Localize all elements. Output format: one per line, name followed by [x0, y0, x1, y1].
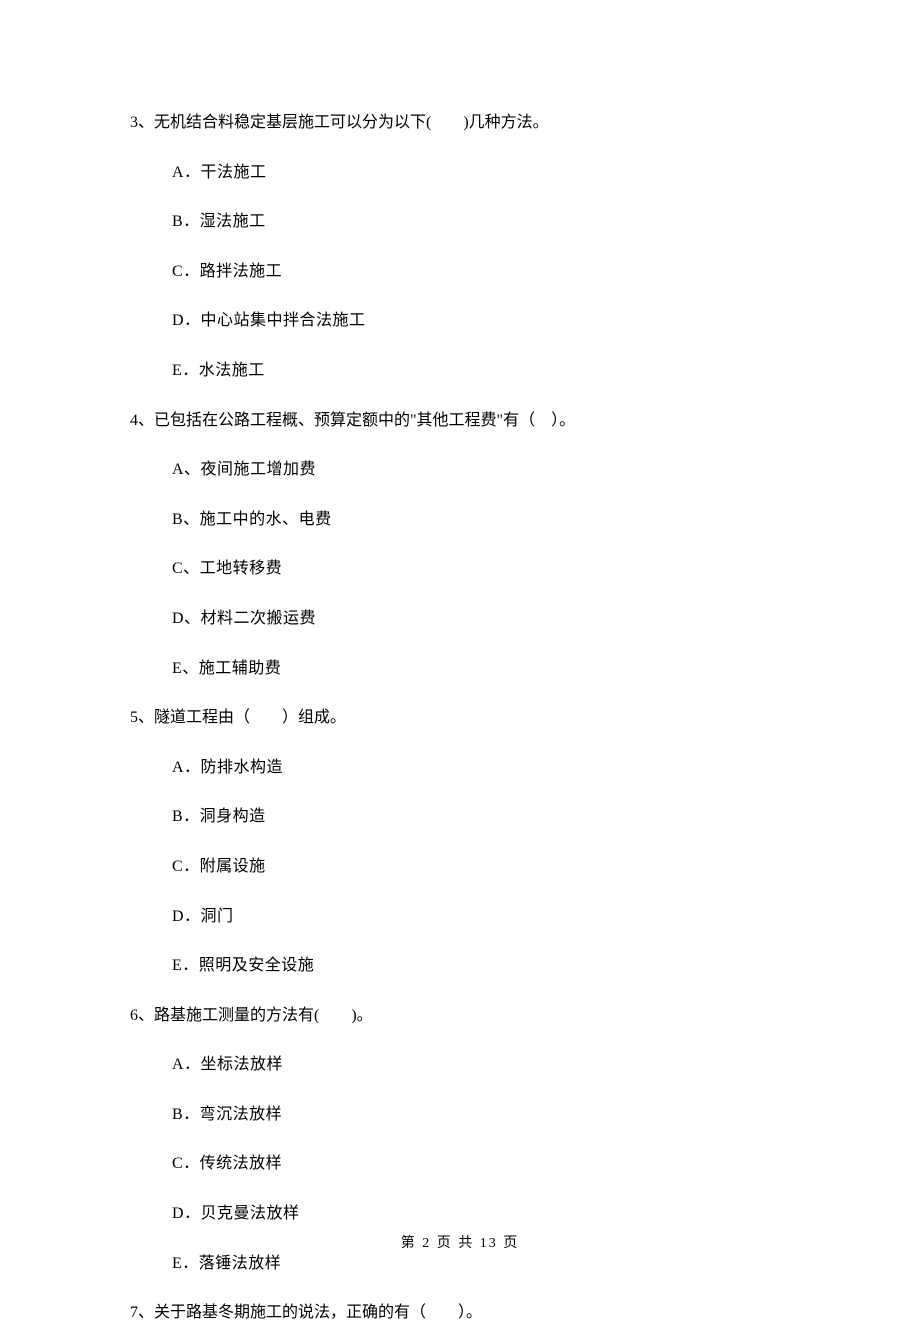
- question-4-option-e: E、施工辅助费: [172, 656, 790, 682]
- question-3-option-d: D．中心站集中拌合法施工: [172, 308, 790, 334]
- document-page: 3、无机结合料稳定基层施工可以分为以下( )几种方法。 A．干法施工 B．湿法施…: [0, 0, 920, 1302]
- question-4-option-a: A、夜间施工增加费: [172, 457, 790, 483]
- question-5: 5、隧道工程由（ ）组成。: [130, 705, 790, 731]
- question-6-option-e: E．落锤法放样: [172, 1251, 790, 1277]
- question-3-option-e: E．水法施工: [172, 358, 790, 384]
- question-5-option-a: A．防排水构造: [172, 755, 790, 781]
- question-4-option-d: D、材料二次搬运费: [172, 606, 790, 632]
- page-footer: 第 2 页 共 13 页: [0, 1232, 920, 1252]
- question-4-option-b: B、施工中的水、电费: [172, 507, 790, 533]
- question-6: 6、路基施工测量的方法有( )。: [130, 1003, 790, 1029]
- question-5-option-d: D．洞门: [172, 904, 790, 930]
- question-6-option-c: C．传统法放样: [172, 1151, 790, 1177]
- question-6-option-a: A．坐标法放样: [172, 1052, 790, 1078]
- question-6-option-b: B．弯沉法放样: [172, 1102, 790, 1128]
- question-6-option-d: D．贝克曼法放样: [172, 1201, 790, 1227]
- question-3-option-b: B．湿法施工: [172, 209, 790, 235]
- question-5-option-c: C．附属设施: [172, 854, 790, 880]
- question-3-option-c: C．路拌法施工: [172, 259, 790, 285]
- question-3: 3、无机结合料稳定基层施工可以分为以下( )几种方法。: [130, 110, 790, 136]
- question-7: 7、关于路基冬期施工的说法，正确的有（ ）。: [130, 1300, 790, 1326]
- question-4: 4、已包括在公路工程概、预算定额中的"其他工程费"有（ ）。: [130, 408, 790, 434]
- question-4-option-c: C、工地转移费: [172, 556, 790, 582]
- question-3-option-a: A．干法施工: [172, 160, 790, 186]
- question-5-option-e: E．照明及安全设施: [172, 953, 790, 979]
- question-5-option-b: B．洞身构造: [172, 804, 790, 830]
